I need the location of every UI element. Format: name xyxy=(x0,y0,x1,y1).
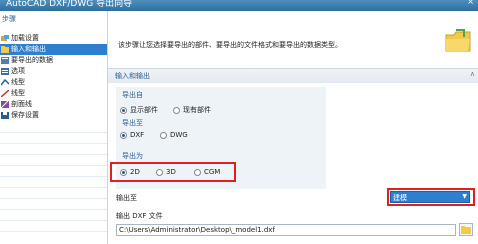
radio-button[interactable] xyxy=(173,106,180,114)
radio-label: 现有部件 xyxy=(183,106,211,114)
browse-button[interactable] xyxy=(459,223,473,236)
output-file-input[interactable]: C:\Users\Administrator\Desktop\_model1.d… xyxy=(116,224,456,236)
sidebar-item-label: 保存设置 xyxy=(11,111,39,119)
sidebar-item-options[interactable]: 选项 xyxy=(0,66,107,77)
sidebar-item-line[interactable]: 线型 xyxy=(0,88,107,99)
options-icon xyxy=(1,68,9,75)
linetype-icon xyxy=(1,79,9,86)
folder-icon xyxy=(1,46,9,53)
output-file-label: 输出 DXF 文件 xyxy=(116,212,163,220)
radio-button[interactable] xyxy=(120,106,127,114)
sidebar-item-label: 线型 xyxy=(11,89,25,97)
load-settings-icon xyxy=(1,35,9,41)
section-title: 输入和输出 xyxy=(115,72,150,80)
export-as-title: 导出为 xyxy=(122,152,143,160)
highlight-box xyxy=(387,188,475,206)
list-divider xyxy=(0,132,107,133)
list-divider xyxy=(0,143,107,144)
sidebar-item-load-settings[interactable]: 加载设置 xyxy=(0,33,107,44)
main-panel: 该步骤让您选择要导出的部件、要导出的文件格式和要导出的数据类型。 输入和输出 ∧… xyxy=(108,11,478,244)
export-to-group: 导出至 DXF DWG xyxy=(116,115,326,153)
list-divider xyxy=(0,209,107,210)
radio-existing-part[interactable]: 现有部件 xyxy=(173,105,211,115)
sidebar-item-linetype[interactable]: 线型 xyxy=(0,77,107,88)
output-to-label: 输出至 xyxy=(116,194,137,202)
list-divider xyxy=(0,231,107,232)
title-bar: AutoCAD DXF/DWG 导出向导 × xyxy=(0,0,478,11)
export-from-title: 导出自 xyxy=(122,91,143,99)
sidebar-item-label: 加载设置 xyxy=(11,34,39,42)
sidebar-item-input-output[interactable]: 输入和输出 xyxy=(0,44,107,55)
radio-dxf[interactable]: DXF xyxy=(120,131,144,139)
line-icon xyxy=(1,90,9,97)
list-divider xyxy=(0,154,107,155)
radio-display-part[interactable]: 显示部件 xyxy=(120,105,158,115)
radio-label: 显示部件 xyxy=(130,106,158,114)
sidebar-item-hatch[interactable]: 剖面线 xyxy=(0,99,107,110)
folder-icon xyxy=(461,226,471,234)
list-divider xyxy=(0,187,107,188)
radio-label: DXF xyxy=(130,131,145,139)
hatch-icon xyxy=(1,101,9,108)
radio-dwg[interactable]: DWG xyxy=(160,131,188,139)
sidebar-item-label: 剖面线 xyxy=(11,100,32,108)
sidebar-item-label: 输入和输出 xyxy=(11,45,46,53)
chevron-up-icon[interactable]: ∧ xyxy=(470,70,475,78)
sidebar-item-label: 线型 xyxy=(11,78,25,86)
radio-label: DWG xyxy=(170,131,188,139)
window-title: AutoCAD DXF/DWG 导出向导 xyxy=(6,0,133,9)
list-divider xyxy=(0,165,107,166)
sidebar-item-save-settings[interactable]: 保存设置 xyxy=(0,110,107,121)
sidebar-item-label: 选项 xyxy=(11,67,25,75)
highlight-box xyxy=(110,162,236,182)
file-path-value: C:\Users\Administrator\Desktop\_model1.d… xyxy=(119,226,275,234)
step-description: 该步骤让您选择要导出的部件、要导出的文件格式和要导出的数据类型。 xyxy=(118,41,342,49)
close-icon[interactable]: × xyxy=(467,0,474,6)
radio-button[interactable] xyxy=(120,131,127,139)
save-icon xyxy=(1,112,9,119)
sidebar-item-data-to-export[interactable]: 要导出的数据 xyxy=(0,55,107,66)
data-icon xyxy=(1,57,9,64)
export-to-title: 导出至 xyxy=(122,119,143,127)
list-divider xyxy=(0,220,107,221)
sidebar-item-label: 要导出的数据 xyxy=(11,56,53,64)
list-divider xyxy=(0,198,107,199)
folder-icon xyxy=(445,29,471,52)
list-divider xyxy=(0,176,107,177)
steps-heading: 步骤 xyxy=(2,15,16,23)
steps-sidebar: 步骤 加载设置 输入和输出 要导出的数据 选项 线型 线型 剖面线 保存设置 xyxy=(0,11,108,244)
radio-button[interactable] xyxy=(160,131,167,139)
section-header[interactable]: 输入和输出 ∧ xyxy=(108,68,478,83)
